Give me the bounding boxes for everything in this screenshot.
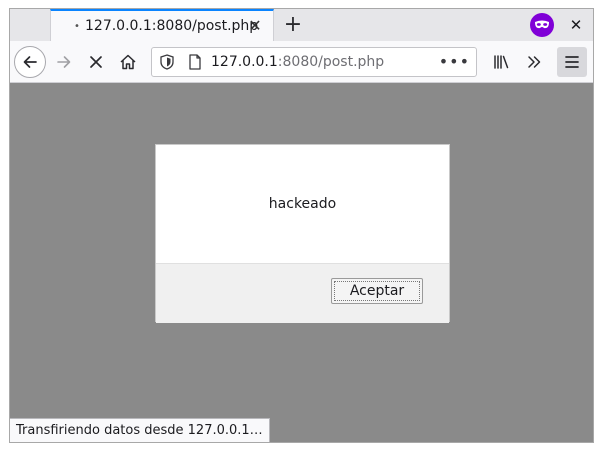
loading-indicator: •	[74, 20, 80, 32]
navigation-toolbar: 127.0.0.1:8080/post.php •••	[10, 41, 593, 83]
forward-button[interactable]	[48, 46, 80, 78]
tab-strip-spacer	[10, 9, 50, 41]
window-close-icon[interactable]: ✕	[566, 14, 586, 36]
menu-button[interactable]	[557, 47, 587, 77]
tab-active[interactable]: • 127.0.0.1:8080/post.php ✕	[50, 9, 274, 41]
url-text[interactable]: 127.0.0.1:8080/post.php	[211, 54, 384, 70]
tab-title: 127.0.0.1:8080/post.php	[85, 18, 259, 34]
url-bar[interactable]: 127.0.0.1:8080/post.php •••	[151, 47, 477, 77]
library-button[interactable]	[486, 46, 518, 78]
tab-close-icon[interactable]: ✕	[245, 16, 265, 36]
library-icon	[494, 55, 509, 69]
overflow-button[interactable]	[518, 46, 550, 78]
home-icon	[120, 54, 136, 70]
back-button[interactable]	[14, 46, 46, 78]
private-mask-icon	[530, 13, 554, 37]
browser-window: • 127.0.0.1:8080/post.php ✕ + ✕ 127.0.0.…	[9, 8, 594, 443]
page-content: hackeado Aceptar Transfiriendo datos des…	[10, 83, 593, 442]
stop-button[interactable]	[80, 46, 112, 78]
page-icon[interactable]	[188, 54, 202, 70]
url-path: :8080/post.php	[277, 54, 385, 70]
alert-dialog: hackeado Aceptar	[155, 144, 450, 323]
alert-message: hackeado	[268, 196, 337, 212]
new-tab-button[interactable]: +	[280, 12, 306, 38]
alert-footer: Aceptar	[156, 263, 449, 323]
tab-strip: • 127.0.0.1:8080/post.php ✕ + ✕	[10, 9, 593, 41]
focus-ring	[334, 281, 420, 301]
accept-button[interactable]: Aceptar	[331, 278, 423, 304]
forward-arrow-icon	[57, 56, 71, 68]
chevrons-icon	[528, 56, 541, 68]
shield-icon[interactable]	[160, 54, 174, 70]
back-arrow-icon	[23, 56, 37, 68]
stop-icon	[90, 56, 102, 68]
home-button[interactable]	[112, 46, 144, 78]
more-dots-icon[interactable]: •••	[439, 52, 470, 71]
hamburger-icon	[565, 56, 579, 68]
url-host: 127.0.0.1	[211, 54, 278, 70]
status-bar: Transfiriendo datos desde 127.0.0.1…	[10, 418, 270, 442]
